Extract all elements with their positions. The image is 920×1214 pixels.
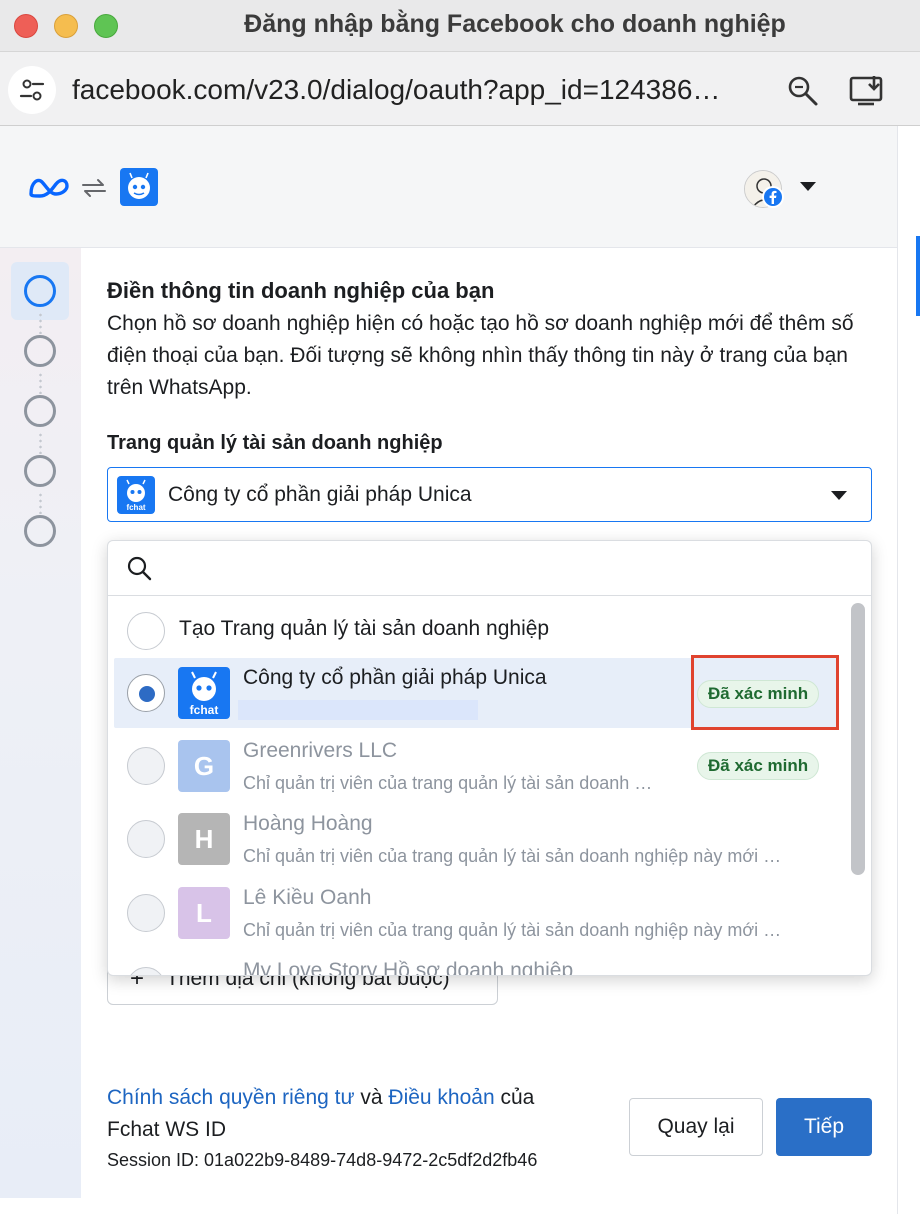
svg-text:fchat: fchat bbox=[190, 703, 219, 717]
title-bar: Đăng nhập bằng Facebook cho doanh nghiệp bbox=[0, 0, 920, 52]
dropdown-list: Tạo Trang quản lý tài sản doanh nghiệp f… bbox=[108, 596, 871, 976]
radio-le-kieu-oanh[interactable] bbox=[127, 894, 165, 932]
search-icon bbox=[126, 555, 152, 586]
close-window-button[interactable] bbox=[14, 14, 38, 38]
step-5-circle bbox=[24, 515, 56, 547]
page-header bbox=[0, 126, 897, 248]
radio-create[interactable] bbox=[127, 612, 165, 650]
item-name: My Love Story Hồ sơ doanh nghiệp bbox=[243, 959, 574, 976]
item-subtitle: Chỉ quản trị viên của trang quản lý tài … bbox=[243, 773, 653, 793]
selected-business-name: Công ty cổ phần giải pháp Unica bbox=[168, 483, 472, 506]
redacted-id bbox=[238, 700, 478, 720]
radio-my-love-story[interactable] bbox=[127, 967, 165, 975]
item-name: Công ty cổ phần giải pháp Unica bbox=[243, 666, 547, 689]
item-name: Greenrivers LLC bbox=[243, 739, 398, 762]
item-name: Lê Kiều Oanh bbox=[243, 886, 372, 909]
business-portfolio-dropdown: Tạo Trang quản lý tài sản doanh nghiệp f… bbox=[107, 540, 872, 976]
business-portfolio-select[interactable]: fchat Công ty cổ phần giải pháp Unica bbox=[107, 467, 872, 522]
next-button[interactable]: Tiếp bbox=[776, 1098, 872, 1156]
swap-arrows-icon bbox=[80, 176, 108, 205]
verified-highlight-annotation bbox=[691, 655, 839, 730]
account-menu-caret-icon[interactable] bbox=[800, 182, 816, 191]
app-name: Fchat WS ID bbox=[107, 1118, 227, 1141]
address-bar: facebook.com/v23.0/dialog/oauth?app_id=1… bbox=[0, 52, 920, 126]
item-name: Tạo Trang quản lý tài sản doanh nghiệp bbox=[179, 617, 550, 640]
fchat-app-logo-icon bbox=[120, 168, 158, 206]
step-1-circle bbox=[24, 275, 56, 307]
search-input[interactable] bbox=[164, 549, 844, 589]
session-id: Session ID: 01a022b9-8489-74d8-9472-2c5d… bbox=[107, 1150, 538, 1170]
terms-link[interactable]: Điều khoản bbox=[388, 1086, 494, 1109]
list-item-le-kieu-oanh[interactable]: L Lê Kiều Oanh Chỉ quản trị viên của tra… bbox=[114, 878, 839, 948]
dropdown-caret-icon bbox=[831, 491, 847, 500]
browser-window: Đăng nhập bằng Facebook cho doanh nghiệp… bbox=[0, 0, 920, 1214]
meta-logo-icon bbox=[28, 176, 70, 205]
background-page-edge bbox=[897, 126, 920, 1214]
letter-avatar: L bbox=[178, 887, 230, 939]
list-item-hoang[interactable]: H Hoàng Hoàng Chỉ quản trị viên của tran… bbox=[114, 804, 839, 874]
step-3-circle bbox=[24, 395, 56, 427]
step-connector bbox=[39, 312, 42, 334]
zoom-icon[interactable] bbox=[786, 74, 820, 108]
verified-badge: Đã xác minh bbox=[697, 752, 820, 780]
form-description: Chọn hồ sơ doanh nghiệp hiện có hoặc tạo… bbox=[107, 312, 854, 399]
radio-unica[interactable] bbox=[127, 674, 165, 712]
back-button[interactable]: Quay lại bbox=[629, 1098, 763, 1156]
list-item-greenrivers[interactable]: G Greenrivers LLC Chỉ quản trị viên của … bbox=[114, 731, 839, 801]
site-settings-icon[interactable] bbox=[8, 66, 56, 114]
letter-avatar: H bbox=[178, 813, 230, 865]
footer-and-text: và bbox=[354, 1086, 389, 1109]
item-name: Hoàng Hoàng bbox=[243, 812, 373, 835]
install-app-icon[interactable] bbox=[848, 74, 886, 108]
facebook-badge-icon bbox=[762, 186, 784, 208]
step-4-circle bbox=[24, 455, 56, 487]
window-title: Đăng nhập bằng Facebook cho doanh nghiệp bbox=[244, 10, 786, 38]
footer-legal-text: Chính sách quyền riêng tư và Điều khoản … bbox=[107, 1082, 587, 1146]
svg-text:fchat: fchat bbox=[126, 503, 145, 512]
footer-of-text: của bbox=[494, 1086, 535, 1109]
step-connector bbox=[39, 372, 42, 394]
url-text[interactable]: facebook.com/v23.0/dialog/oauth?app_id=1… bbox=[72, 74, 772, 106]
minimize-window-button[interactable] bbox=[54, 14, 78, 38]
radio-hoang[interactable] bbox=[127, 820, 165, 858]
fchat-logo-icon: fchat bbox=[117, 476, 155, 514]
fchat-logo-icon: fchat bbox=[178, 667, 230, 719]
step-connector bbox=[39, 492, 42, 514]
step-connector bbox=[39, 432, 42, 454]
dropdown-search bbox=[108, 541, 871, 596]
item-subtitle: Chỉ quản trị viên của trang quản lý tài … bbox=[243, 846, 782, 866]
form-title: Điền thông tin doanh nghiệp của bạn bbox=[107, 278, 495, 303]
dropdown-scrollbar[interactable] bbox=[851, 603, 865, 875]
privacy-policy-link[interactable]: Chính sách quyền riêng tư bbox=[107, 1086, 355, 1109]
business-portfolio-label: Trang quản lý tài sản doanh nghiệp bbox=[107, 432, 443, 454]
list-item-my-love-story[interactable]: My Love Story Hồ sơ doanh nghiệp bbox=[114, 951, 839, 976]
radio-greenrivers[interactable] bbox=[127, 747, 165, 785]
item-subtitle: Chỉ quản trị viên của trang quản lý tài … bbox=[243, 920, 782, 940]
progress-stepper bbox=[0, 248, 81, 1198]
zoom-window-button[interactable] bbox=[94, 14, 118, 38]
step-2-circle bbox=[24, 335, 56, 367]
letter-avatar: G bbox=[178, 740, 230, 792]
